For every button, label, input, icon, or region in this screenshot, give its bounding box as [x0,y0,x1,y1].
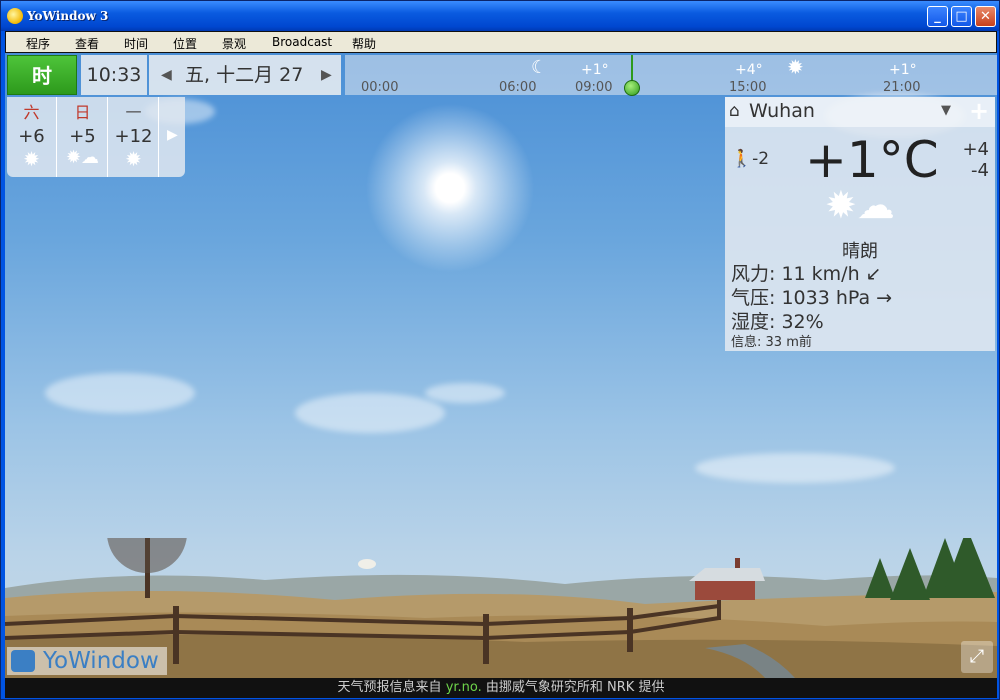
forecast-temp: +12 [114,126,153,147]
timeline-temp: +4° [735,62,763,78]
next-day-arrow-icon[interactable]: ▶ [321,55,332,95]
cloud [695,453,895,483]
forecast-temp: +5 [69,126,96,147]
timeline-hour: 09:00 [575,80,613,95]
logo-icon [11,650,35,672]
sun-cloud-icon: ✹☁ [825,183,895,227]
cloud [45,373,195,413]
home-icon: ⌂ [729,101,740,121]
menu-item-help[interactable]: 帮助 [352,32,376,52]
current-date[interactable]: 五, 十二月 27 [185,55,303,95]
menu-item-view[interactable]: 查看 [75,32,99,52]
credits-suffix: 由挪威气象研究所和 NRK 提供 [485,680,665,695]
pressure-row: 气压: 1033 hPa → [731,283,892,310]
minimize-button[interactable]: _ [927,6,948,27]
city-name[interactable]: Wuhan [749,100,815,122]
forecast-day[interactable]: 六 +6 ✹ [7,97,57,177]
high-temp: +4 [962,139,989,160]
menu-item-landscape[interactable]: 景观 [222,32,246,52]
sun-cloud-icon: ✹☁ [65,147,100,168]
maximize-button[interactable]: □ [951,6,972,27]
credits-link[interactable]: yr.no. [446,680,482,695]
wind-value: 11 km/h ↙ [781,263,882,285]
forecast-day-name: 六 [23,103,40,122]
prev-day-arrow-icon[interactable]: ◀ [161,55,172,95]
feels-like: 🚶-2 [731,149,769,169]
timeline-hour: 21:00 [883,80,921,95]
forecast-day-name: 一 [125,103,142,122]
dropdown-arrow-icon[interactable]: ▼ [941,103,951,118]
pressure-value: 1033 hPa → [781,287,893,309]
moon-icon: ☾ [531,57,548,78]
title-bar[interactable]: YoWindow 3 _ □ ✕ [1,1,999,31]
sun-icon: ✹ [125,147,142,171]
update-info: 信息: 33 m前 [731,331,812,350]
credits-prefix: 天气预报信息来自 [337,680,442,695]
toolbar: 时 10:33 ◀ 五, 十二月 27 ▶ 00:00 06:00 09:00 … [5,53,997,97]
location-header: ⌂ Wuhan ▼ + [725,97,995,127]
timeline-hour: 06:00 [499,80,537,95]
current-temperature: +1°C [805,131,939,189]
info-label: 信息: [731,335,762,350]
timeline-hour: 15:00 [729,80,767,95]
humidity-row: 湿度: 32% [731,307,824,334]
time-slider-knob[interactable] [624,80,640,96]
yowindow-logo[interactable]: YoWindow [7,647,167,675]
menu-item-time[interactable]: 时间 [124,32,148,52]
window-title: YoWindow 3 [27,9,109,23]
sun [365,103,535,273]
low-temp: -4 [971,160,989,181]
wind-label: 风力: [731,263,776,285]
date-navigator: ◀ 五, 十二月 27 ▶ [149,55,341,95]
menu-bar: 程序 查看 时间 位置 景观 Broadcast 帮助 [5,31,997,53]
cloud [295,393,445,433]
humidity-label: 湿度: [731,311,776,333]
forecast-strip: 六 +6 ✹ 日 +5 ✹☁ 一 +12 ✹ ▶ [7,97,185,177]
credits-bar: 天气预报信息来自 yr.no. 由挪威气象研究所和 NRK 提供 [5,678,997,698]
person-icon: 🚶 [731,149,753,169]
timeline-temp: +1° [889,62,917,78]
hour-timeline[interactable]: 00:00 06:00 09:00 15:00 21:00 +1° +4° +1… [345,55,997,96]
info-value: 33 m前 [765,335,812,350]
fullscreen-button[interactable]: ⤢ [961,641,993,673]
pine-trees [865,538,995,600]
high-low: +4 -4 [962,139,989,181]
forecast-day-name: 日 [74,103,91,122]
forecast-next-arrow-icon[interactable]: ▶ [167,127,178,143]
timeline-hour: 00:00 [361,80,399,95]
close-button[interactable]: ✕ [975,6,996,27]
humidity-value: 32% [781,311,824,333]
logo-text: YoWindow [43,648,159,674]
forecast-day[interactable]: 一 +12 ✹ [109,97,159,177]
farmhouse [689,558,765,600]
location-panel: ⌂ Wuhan ▼ + 🚶-2 +1°C +4 -4 ✹☁ 晴朗 风力: 11 … [725,97,995,351]
pressure-label: 气压: [731,287,776,309]
forecast-temp: +6 [18,126,45,147]
app-icon [7,8,23,24]
sun-icon: ✹ [787,55,804,79]
wind-row: 风力: 11 km/h ↙ [731,259,882,286]
menu-item-broadcast[interactable]: Broadcast [272,32,332,49]
menu-item-program[interactable]: 程序 [26,32,50,52]
sun-icon: ✹ [23,147,40,171]
horse [358,559,376,569]
hour-button[interactable]: 时 [7,55,77,95]
add-location-button[interactable]: + [969,97,989,125]
forecast-day[interactable]: 日 +5 ✹☁ [58,97,108,177]
current-time[interactable]: 10:33 [81,55,147,95]
timeline-temp: +1° [581,62,609,78]
app-window: YoWindow 3 _ □ ✕ 程序 查看 时间 位置 景观 Broadcas… [0,0,1000,700]
menu-item-location[interactable]: 位置 [173,32,197,52]
feels-like-value: -2 [752,149,770,169]
cloud [425,383,505,403]
